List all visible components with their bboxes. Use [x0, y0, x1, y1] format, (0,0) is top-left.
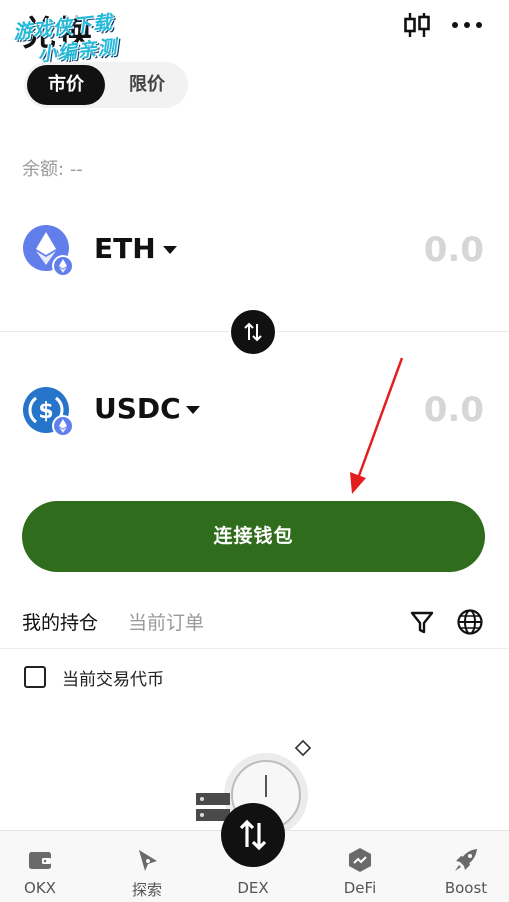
order-type-market[interactable]: 市价 — [27, 65, 105, 105]
dex-swap-button[interactable] — [221, 803, 285, 867]
order-type-limit[interactable]: 限价 — [110, 65, 184, 105]
nav-label: OKX — [24, 879, 56, 897]
nav-label: Boost — [444, 879, 488, 897]
current-token-label: 当前交易代币 — [62, 670, 164, 690]
chevron-down-icon[interactable] — [163, 246, 177, 254]
current-token-checkbox[interactable] — [24, 666, 46, 688]
compass-icon — [139, 850, 157, 871]
chevron-down-icon[interactable] — [186, 406, 200, 414]
more-dots-icon[interactable] — [450, 12, 484, 38]
from-amount-input[interactable]: 0.0 — [424, 230, 484, 270]
balance-value: -- — [69, 159, 83, 180]
to-amount-input[interactable]: 0.0 — [424, 390, 484, 430]
swap-arrows-icon — [239, 819, 267, 851]
nav-label: DeFi — [343, 879, 377, 897]
balance-label: 余额: — [22, 159, 65, 180]
svg-text:$: $ — [38, 399, 53, 424]
nav-label: 探索 — [131, 881, 162, 899]
ethereum-icon[interactable] — [22, 224, 76, 278]
divider — [0, 648, 509, 649]
nav-boost[interactable]: Boost — [426, 831, 506, 902]
order-type-toggle: 市价 限价 — [24, 62, 188, 108]
tab-open-orders[interactable]: 当前订单 — [128, 608, 204, 635]
from-token-symbol[interactable]: ETH — [94, 232, 156, 265]
swap-direction-button[interactable] — [229, 308, 277, 356]
nav-defi[interactable]: DeFi — [320, 831, 400, 902]
annotation-arrow-icon — [350, 357, 404, 494]
to-token-row: $ USDC 0.0 — [22, 382, 484, 442]
to-token-symbol[interactable]: USDC — [94, 392, 181, 425]
tab-my-positions[interactable]: 我的持仓 — [22, 608, 98, 635]
balance-text: 余额: -- — [22, 155, 83, 181]
globe-icon[interactable] — [455, 607, 485, 637]
header: 兑换 游戏侠下载 小编亲测 — [0, 0, 509, 66]
rocket-icon — [455, 849, 477, 871]
swap-arrows-icon — [244, 322, 262, 342]
nav-explore[interactable]: 探索 — [107, 831, 187, 902]
nav-okx[interactable]: OKX — [0, 831, 80, 902]
usdc-icon[interactable]: $ — [22, 384, 76, 438]
wallet-icon — [29, 852, 51, 869]
filter-icon[interactable] — [408, 608, 436, 636]
candlestick-chart-icon[interactable] — [402, 10, 432, 40]
nav-label: DEX — [237, 879, 269, 897]
trend-icon — [349, 848, 371, 872]
connect-wallet-button[interactable]: 连接钱包 — [22, 501, 485, 572]
from-token-row: ETH 0.0 — [22, 222, 484, 282]
